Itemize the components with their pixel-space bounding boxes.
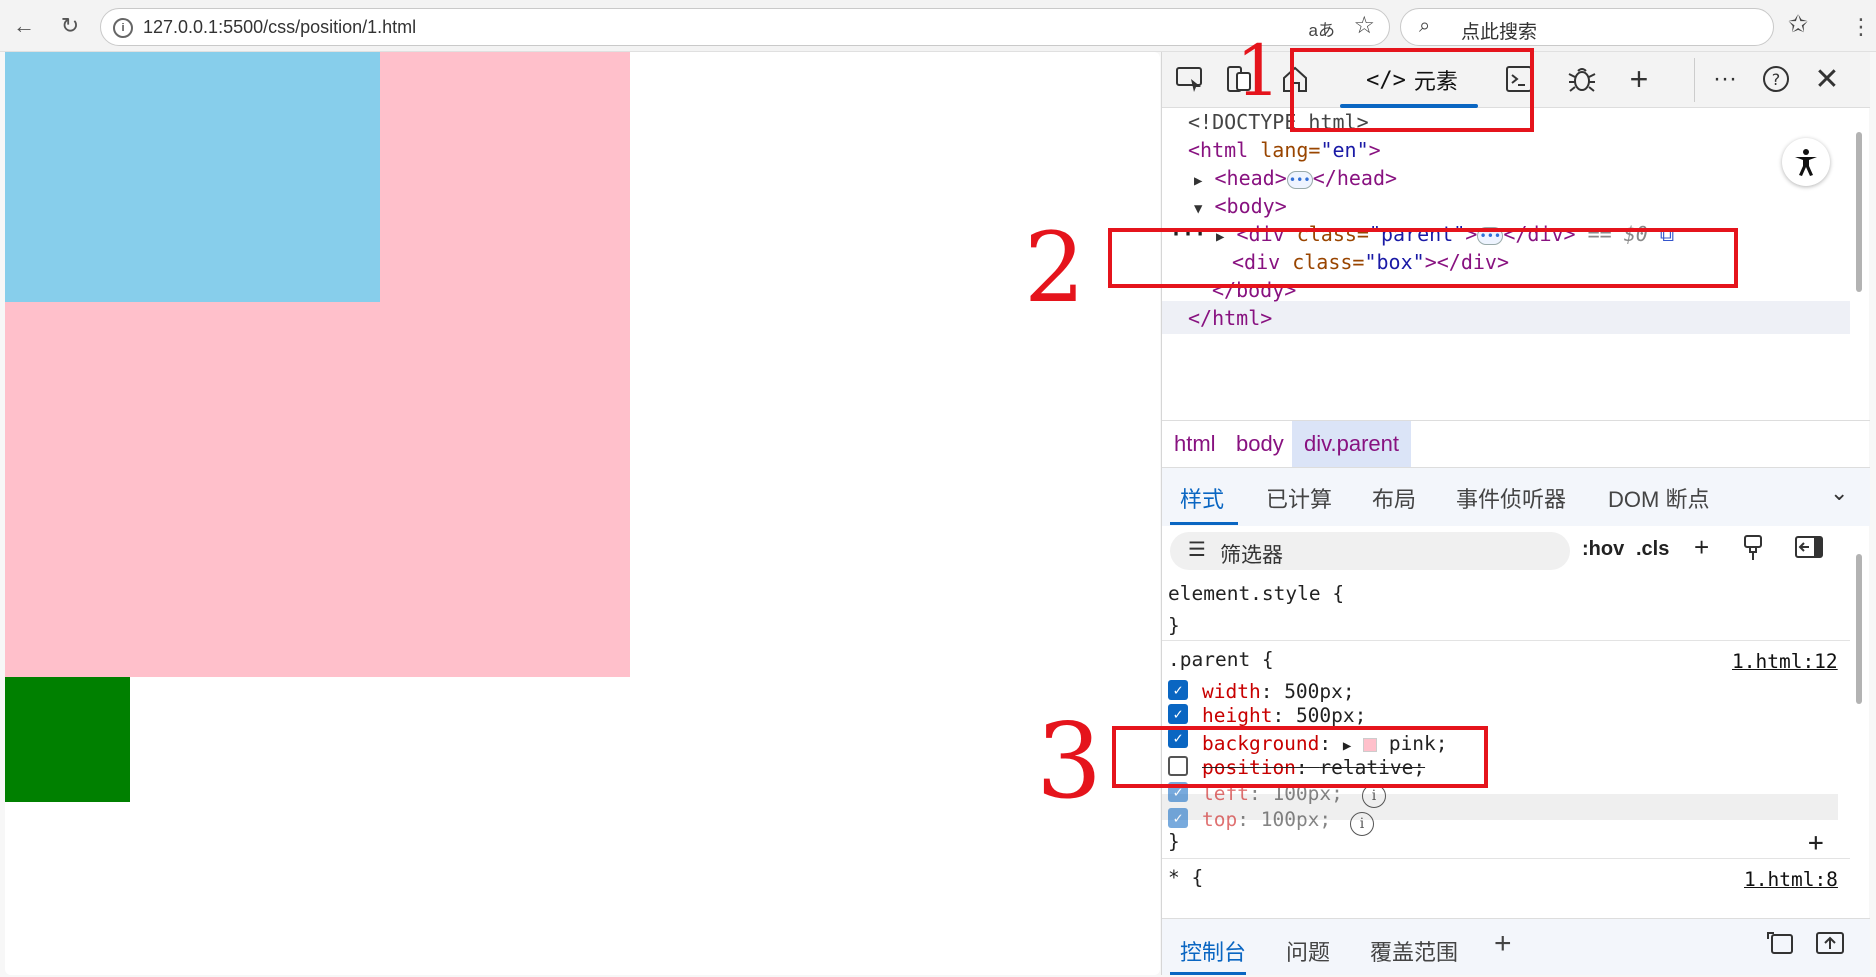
- universal-rule-selector[interactable]: * {: [1168, 866, 1203, 889]
- site-info-icon[interactable]: i: [113, 18, 133, 38]
- expand-ellipsis[interactable]: •••: [1286, 170, 1313, 189]
- tab-computed[interactable]: 已计算: [1266, 482, 1332, 514]
- cls-button[interactable]: .cls: [1636, 538, 1669, 561]
- element-style-selector[interactable]: element.style {: [1168, 582, 1344, 605]
- search-box[interactable]: ⌕ 点此搜索: [1400, 8, 1774, 46]
- styles-subtabs: 样式 已计算 布局 事件侦听器 DOM 断点 ⌄: [1162, 468, 1870, 526]
- breadcrumb-html[interactable]: html: [1162, 421, 1228, 467]
- browser-toolbar: ← ↻ i 127.0.0.1:5500/css/position/1.html…: [0, 0, 1876, 52]
- filter-placeholder: 筛选器: [1220, 544, 1283, 567]
- toggle-sidebar-icon[interactable]: [1794, 534, 1824, 566]
- new-rule-icon[interactable]: +: [1694, 532, 1709, 563]
- read-aloud-icon[interactable]: aあ: [1309, 16, 1335, 41]
- active-subtab-indicator: [1170, 522, 1238, 525]
- tab-issues[interactable]: 问题: [1286, 935, 1330, 967]
- add-declaration-icon[interactable]: +: [1808, 828, 1824, 858]
- filter-input[interactable]: ☰ 筛选器: [1170, 532, 1570, 570]
- checkbox-height[interactable]: ✓: [1168, 704, 1188, 724]
- accessibility-icon[interactable]: [1782, 138, 1830, 186]
- bug-icon[interactable]: [1564, 62, 1600, 96]
- more-tools-icon[interactable]: ···: [1710, 62, 1740, 96]
- filter-icon: ☰: [1188, 539, 1206, 561]
- search-placeholder: 点此搜索: [1461, 22, 1538, 43]
- annotation-box-3: [1112, 726, 1488, 788]
- decl-width[interactable]: width: 500px;: [1202, 680, 1355, 703]
- address-bar[interactable]: i 127.0.0.1:5500/css/position/1.html aあ …: [100, 8, 1390, 46]
- checkbox-width[interactable]: ✓: [1168, 680, 1188, 700]
- back-arrow-icon[interactable]: ←: [8, 10, 40, 42]
- decl-top[interactable]: top: 100px;: [1202, 808, 1331, 831]
- parent-rule-source[interactable]: 1.html:12: [1732, 650, 1838, 673]
- annotation-number-3: 3: [1036, 700, 1103, 822]
- help-icon[interactable]: ?: [1758, 62, 1794, 96]
- close-icon[interactable]: ✕: [1810, 62, 1844, 96]
- tab-event-listeners[interactable]: 事件侦听器: [1456, 482, 1566, 514]
- tab-styles[interactable]: 样式: [1180, 482, 1224, 514]
- styles-scrollbar[interactable]: [1854, 540, 1864, 960]
- svg-text:?: ?: [1772, 70, 1781, 89]
- annotation-number-1: 1: [1236, 30, 1281, 112]
- dom-html-close[interactable]: </html>: [1188, 302, 1272, 334]
- annotation-box-1: [1290, 48, 1534, 132]
- skyblue-block: [5, 52, 380, 302]
- decl-height[interactable]: height: 500px;: [1202, 704, 1366, 727]
- tab-coverage[interactable]: 覆盖范围: [1370, 935, 1458, 967]
- breadcrumb-div-parent[interactable]: div.parent: [1292, 421, 1411, 467]
- add-tab-icon[interactable]: +: [1624, 61, 1654, 97]
- rule-divider: [1162, 858, 1850, 859]
- tab-layout[interactable]: 布局: [1372, 482, 1416, 514]
- add-drawer-tab-icon[interactable]: +: [1494, 927, 1512, 961]
- active-drawer-tab-indicator: [1170, 972, 1246, 975]
- annotation-number-2: 2: [1024, 212, 1086, 324]
- inspect-icon[interactable]: [1172, 62, 1208, 96]
- paint-brush-icon[interactable]: [1742, 534, 1764, 568]
- dom-scrollbar[interactable]: [1854, 120, 1864, 420]
- inactive-info-icon[interactable]: i: [1350, 812, 1374, 836]
- chevron-down-icon[interactable]: ⌄: [1830, 480, 1848, 506]
- favorite-star-icon[interactable]: ☆: [1353, 11, 1375, 40]
- search-icon: ⌕: [1419, 15, 1431, 37]
- devtools-panel: </> 元素 + ··· ? ✕ <!DOCTYPE html> <html l…: [1161, 52, 1870, 975]
- tabbar-divider: [1694, 58, 1695, 102]
- reload-icon[interactable]: ↻: [54, 10, 86, 42]
- rule-divider: [1162, 640, 1850, 641]
- tab-console[interactable]: 控制台: [1180, 935, 1246, 967]
- parent-rule-close: }: [1168, 830, 1180, 853]
- element-style-close: }: [1168, 614, 1180, 637]
- parent-rule-selector[interactable]: .parent {: [1168, 648, 1274, 671]
- breadcrumb-body[interactable]: body: [1224, 421, 1296, 467]
- universal-rule-source[interactable]: 1.html:8: [1744, 868, 1838, 891]
- more-icon[interactable]: ⋮: [1850, 14, 1872, 40]
- styles-filter-bar: ☰ 筛选器 :hov .cls +: [1162, 526, 1870, 578]
- page-viewport: [5, 52, 1160, 975]
- breadcrumb: html body div.parent: [1162, 420, 1870, 468]
- checkbox-top[interactable]: ✓: [1168, 808, 1188, 828]
- tab-dom-breakpoints[interactable]: DOM 断点: [1608, 482, 1709, 514]
- drawer-tabbar: 控制台 问题 覆盖范围 +: [1162, 918, 1870, 975]
- dock-icon[interactable]: [1764, 929, 1796, 963]
- expand-drawer-icon[interactable]: [1814, 929, 1846, 963]
- annotation-box-2: [1108, 228, 1738, 288]
- hov-button[interactable]: :hov: [1582, 538, 1624, 561]
- green-box: [5, 677, 130, 802]
- url-text: 127.0.0.1:5500/css/position/1.html: [143, 17, 417, 37]
- favorites-icon[interactable]: ✩: [1788, 10, 1808, 39]
